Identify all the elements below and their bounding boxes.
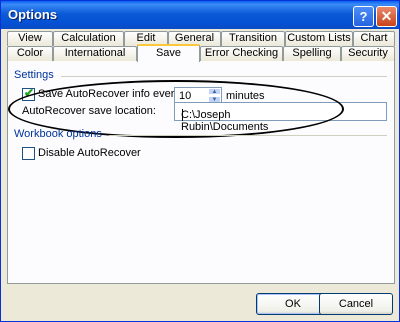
tab-custom-lists[interactable]: Custom Lists <box>285 31 353 46</box>
tab-color[interactable]: Color <box>7 46 53 61</box>
tab-calculation[interactable]: Calculation <box>53 31 124 46</box>
workbook-options-label: Workbook options <box>14 128 102 140</box>
tab-row-front: Color International Save Error Checking … <box>7 44 395 62</box>
help-icon: ? <box>359 9 368 24</box>
settings-section-label: Settings <box>14 69 54 81</box>
check-icon: ✔ <box>24 86 35 100</box>
cancel-button[interactable]: Cancel <box>319 293 393 315</box>
window-title: Options <box>8 7 58 22</box>
tab-error-checking[interactable]: Error Checking <box>200 46 283 61</box>
settings-divider <box>61 76 387 77</box>
interval-value: 10 <box>179 90 192 102</box>
workbook-options-divider <box>109 135 387 136</box>
autorecover-checkbox[interactable]: ✔ <box>22 86 35 101</box>
tab-spelling[interactable]: Spelling <box>283 46 341 61</box>
tab-transition[interactable]: Transition <box>221 31 285 46</box>
help-button[interactable]: ? <box>353 6 374 27</box>
spin-up-icon[interactable]: ▲ <box>208 88 221 95</box>
tab-security[interactable]: Security <box>341 46 395 61</box>
disable-autorecover-label: Disable AutoRecover <box>38 147 141 159</box>
title-bar[interactable]: Options ? ✕ <box>1 1 399 29</box>
options-dialog: Options ? ✕ View Calculation Edit Genera… <box>0 0 400 322</box>
close-icon: ✕ <box>380 8 393 24</box>
location-label: AutoRecover save location: <box>22 105 156 117</box>
tab-view[interactable]: View <box>7 31 53 46</box>
interval-spinner[interactable]: ▲ ▼ <box>208 88 221 103</box>
location-input[interactable]: C:\Joseph Rubin\Documents <box>174 102 387 133</box>
tab-chart[interactable]: Chart <box>353 31 395 46</box>
location-value: C:\Joseph Rubin\Documents <box>181 109 269 133</box>
tab-international[interactable]: International <box>53 46 137 61</box>
tab-row-back: View Calculation Edit General Transition… <box>7 31 395 46</box>
disable-autorecover-checkbox[interactable] <box>22 147 35 160</box>
interval-unit-label: minutes <box>226 90 265 102</box>
tab-save[interactable]: Save <box>137 44 200 62</box>
close-button[interactable]: ✕ <box>376 6 397 27</box>
autorecover-label: Save AutoRecover info every: <box>38 88 183 100</box>
text-caret <box>182 109 183 121</box>
